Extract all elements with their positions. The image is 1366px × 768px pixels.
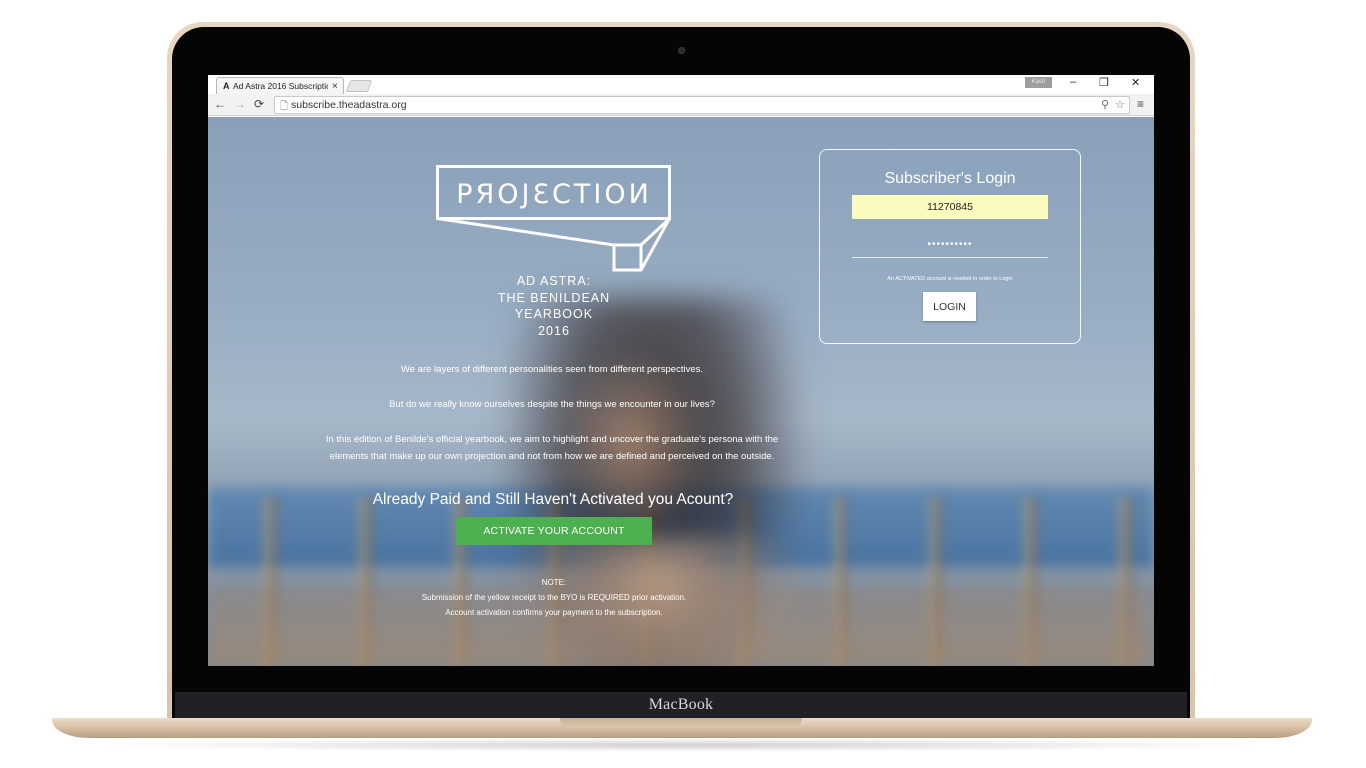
yearbook-subtitle: AD ASTRA: THE BENILDEAN YEARBOOK 2016 — [454, 273, 654, 339]
address-bar[interactable]: 🗋 subscribe.theadastra.org ⚲ ☆ — [274, 96, 1130, 114]
star-icon[interactable]: ☆ — [1115, 98, 1125, 111]
activate-account-button[interactable]: ACTIVATE YOUR ACCOUNT — [456, 517, 652, 545]
browser-window: A Ad Astra 2016 Subscriptio × Kash – ❐ ✕… — [208, 75, 1154, 666]
login-title: Subscriber's Login — [884, 170, 1016, 187]
back-icon[interactable]: ← — [214, 97, 226, 111]
page-icon: 🗋 — [280, 101, 289, 112]
intro-paragraph: elements that make up our own projection… — [329, 451, 775, 462]
forward-icon[interactable]: → — [234, 97, 246, 111]
username-input[interactable]: 11270845 — [852, 195, 1048, 219]
profile-badge[interactable]: Kash — [1025, 77, 1052, 88]
new-tab-button[interactable] — [345, 80, 373, 92]
toolbar: ← → ⟳ 🗋 subscribe.theadastra.org ⚲ ☆ ≡ — [208, 94, 1154, 116]
minimize-icon[interactable]: – — [1070, 76, 1076, 88]
logo-wordmark: PЯOJƐCTIOИ — [456, 179, 652, 210]
login-button[interactable]: LOGIN — [923, 292, 976, 321]
note-label: NOTE: — [541, 578, 567, 587]
restore-icon[interactable]: ❐ — [1099, 76, 1109, 89]
tab-bar: A Ad Astra 2016 Subscriptio × Kash – ❐ ✕ — [208, 75, 1154, 94]
reload-icon[interactable]: ⟳ — [254, 97, 264, 111]
subtitle-line: THE BENILDEAN — [497, 290, 611, 305]
note-line: Account activation confirms your payment… — [445, 608, 663, 617]
laptop-shadow — [90, 738, 1276, 752]
zoom-icon[interactable]: ⚲ — [1101, 98, 1109, 111]
page-content: PЯOJƐCTIOИ AD ASTRA: THE BENILDEAN YEARB… — [208, 117, 1154, 666]
subtitle-line: AD ASTRA: — [516, 274, 592, 288]
tab-title: Ad Astra 2016 Subscriptio — [233, 81, 328, 91]
note-line: Submission of the yellow receipt to the … — [421, 593, 687, 602]
intro-paragraph: In this edition of Benilde's official ye… — [325, 434, 779, 445]
menu-icon[interactable]: ≡ — [1137, 97, 1144, 111]
intro-paragraph: We are layers of different personalities… — [400, 364, 704, 375]
close-window-icon[interactable]: ✕ — [1131, 76, 1140, 89]
browser-tab[interactable]: A Ad Astra 2016 Subscriptio × — [216, 77, 344, 94]
subtitle-line: YEARBOOK — [514, 307, 594, 321]
password-input[interactable]: •••••••••• — [852, 236, 1048, 258]
projection-logo: PЯOJƐCTIOИ — [436, 165, 672, 277]
login-panel: Subscriber's Login 11270845 •••••••••• A… — [819, 149, 1081, 344]
close-tab-icon[interactable]: × — [332, 81, 338, 92]
url-text[interactable]: subscribe.theadastra.org — [291, 99, 407, 111]
webcam-icon — [678, 47, 685, 54]
favicon-icon: A — [223, 81, 230, 91]
login-notice: An ACTIVATED account is needed in order … — [887, 276, 1013, 282]
laptop-chin: MacBook — [175, 692, 1187, 720]
subtitle-line: 2016 — [538, 323, 570, 338]
activation-heading: Already Paid and Still Haven't Activated… — [372, 491, 734, 508]
laptop-brand: MacBook — [648, 696, 714, 713]
laptop-notch — [560, 718, 802, 728]
intro-paragraph: But do we really know ourselves despite … — [389, 399, 715, 410]
